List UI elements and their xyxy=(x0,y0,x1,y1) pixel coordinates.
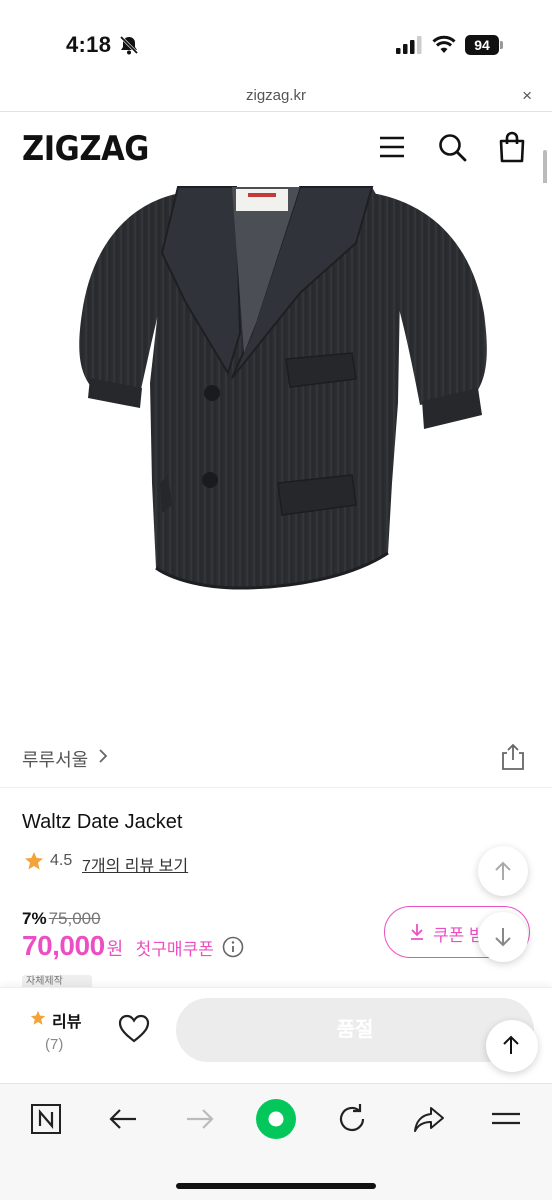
menu-icon[interactable] xyxy=(376,131,408,163)
price-unit: 원 xyxy=(106,939,124,959)
tag-chip: 자체제작 xyxy=(22,975,92,987)
site-logo[interactable]: ZIGZAG xyxy=(22,129,149,169)
arrow-up-icon xyxy=(495,861,511,880)
price-row: 70,000 원 첫구매쿠폰 xyxy=(22,930,244,970)
review-count[interactable]: (7) xyxy=(45,1036,63,1053)
chevron-right-icon[interactable] xyxy=(96,747,110,765)
heart-icon[interactable] xyxy=(118,1014,150,1044)
brand-name[interactable]: 루루서울 xyxy=(22,746,88,772)
site-header: ZIGZAG xyxy=(0,113,552,183)
purchase-bar: 리뷰 (7) 품절 xyxy=(0,987,552,1083)
reload-icon[interactable] xyxy=(335,1102,369,1136)
browser-toolbar xyxy=(0,1083,552,1200)
info-icon[interactable] xyxy=(222,936,244,958)
coupon-button-label[interactable]: 쿠폰 받 xyxy=(433,921,485,946)
battery-icon: 94 xyxy=(465,35,503,55)
product-title: Waltz Date Jacket xyxy=(22,811,183,833)
url-text[interactable]: zigzag.kr xyxy=(0,87,552,104)
cart-icon[interactable] xyxy=(496,131,528,163)
arrow-down-icon xyxy=(495,928,511,947)
arrow-up-icon xyxy=(503,1035,519,1054)
share-icon[interactable] xyxy=(500,743,526,771)
rating-value: 4.5 xyxy=(50,852,73,869)
status-time: 4:18 xyxy=(66,32,112,57)
scroll-to-top-button[interactable] xyxy=(486,1020,538,1072)
url-bar[interactable]: zigzag.kr × xyxy=(0,84,552,112)
brand-row[interactable]: 루루서울 xyxy=(0,728,552,788)
naver-home-icon[interactable] xyxy=(256,1099,296,1139)
star-icon xyxy=(25,852,43,870)
naver-n-icon[interactable] xyxy=(30,1102,64,1136)
review-label[interactable]: 리뷰 xyxy=(52,1008,81,1032)
battery-level: 94 xyxy=(465,35,499,55)
signal-icon xyxy=(396,36,422,54)
forward-arrow-icon[interactable] xyxy=(183,1102,217,1136)
close-icon[interactable]: × xyxy=(522,86,532,106)
back-arrow-icon[interactable] xyxy=(106,1102,140,1136)
product-image[interactable] xyxy=(0,183,552,728)
menu-lines-icon[interactable] xyxy=(489,1102,523,1136)
sale-price: 70,000 xyxy=(22,930,105,961)
jacket-image xyxy=(79,186,487,590)
soldout-button[interactable]: 품절 xyxy=(176,998,534,1062)
status-bar: 4:18 94 xyxy=(0,0,552,84)
first-purchase-coupon-label: 첫구매쿠폰 xyxy=(135,940,214,959)
review-star-icon xyxy=(30,1010,46,1025)
original-price: 75,000 xyxy=(48,909,101,928)
search-icon[interactable] xyxy=(436,131,468,163)
review-link[interactable]: 7개의 리뷰 보기 xyxy=(82,852,188,876)
discount-row: 7% 75,000 xyxy=(22,909,101,929)
discount-percent: 7% xyxy=(22,909,47,928)
bell-slash-icon xyxy=(119,35,139,55)
home-indicator xyxy=(176,1183,376,1189)
download-icon xyxy=(411,924,423,940)
scroll-up-button[interactable] xyxy=(478,846,528,896)
share-arrow-icon[interactable] xyxy=(412,1102,446,1136)
wifi-icon xyxy=(432,35,456,53)
scroll-down-button[interactable] xyxy=(478,912,528,962)
